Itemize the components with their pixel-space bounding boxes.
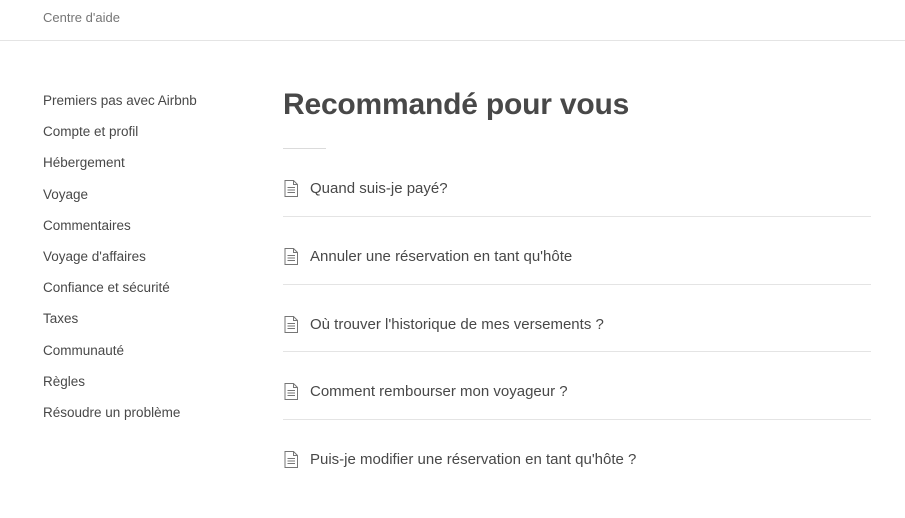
sidebar-item-getting-started[interactable]: Premiers pas avec Airbnb: [43, 92, 243, 123]
sidebar-item-community[interactable]: Communauté: [43, 342, 243, 373]
article-title: Comment rembourser mon voyageur ?: [310, 383, 568, 401]
document-icon: [284, 451, 298, 469]
article-link[interactable]: Annuler une réservation en tant qu'hôte: [283, 217, 871, 285]
sidebar-nav: Premiers pas avec Airbnb Compte et profi…: [43, 92, 243, 435]
sidebar-item-travel[interactable]: Voyage: [43, 186, 243, 217]
sidebar-item-hosting[interactable]: Hébergement: [43, 154, 243, 185]
article-link[interactable]: Où trouver l'historique de mes versement…: [283, 285, 871, 353]
article-link[interactable]: Quand suis-je payé?: [283, 149, 871, 217]
article-link[interactable]: Comment rembourser mon voyageur ?: [283, 352, 871, 421]
page-title: Recommandé pour vous: [283, 88, 630, 121]
article-title: Où trouver l'historique de mes versement…: [310, 315, 604, 333]
sidebar-item-rules[interactable]: Règles: [43, 373, 243, 404]
document-icon: [284, 247, 298, 265]
document-icon: [284, 383, 298, 401]
document-icon: [284, 180, 298, 197]
sidebar-item-business-travel[interactable]: Voyage d'affaires: [43, 248, 243, 279]
top-bar: Centre d'aide: [0, 0, 905, 41]
article-title: Puis-je modifier une réservation en tant…: [310, 451, 637, 469]
sidebar-item-taxes[interactable]: Taxes: [43, 310, 243, 341]
sidebar-item-trust-safety[interactable]: Confiance et sécurité: [43, 279, 243, 310]
article-list: Quand suis-je payé? Annuler une réservat…: [283, 149, 871, 488]
sidebar-item-account-profile[interactable]: Compte et profil: [43, 123, 243, 154]
article-title: Quand suis-je payé?: [310, 180, 448, 197]
article-link[interactable]: Puis-je modifier une réservation en tant…: [283, 420, 871, 488]
article-title: Annuler une réservation en tant qu'hôte: [310, 247, 573, 265]
document-icon: [284, 315, 298, 333]
sidebar-item-reviews[interactable]: Commentaires: [43, 217, 243, 248]
sidebar-item-resolve-issue[interactable]: Résoudre un problème: [43, 404, 243, 435]
breadcrumb-help-center[interactable]: Centre d'aide: [43, 10, 120, 25]
main-content: Recommandé pour vous Quand suis-je payé?…: [283, 84, 871, 488]
